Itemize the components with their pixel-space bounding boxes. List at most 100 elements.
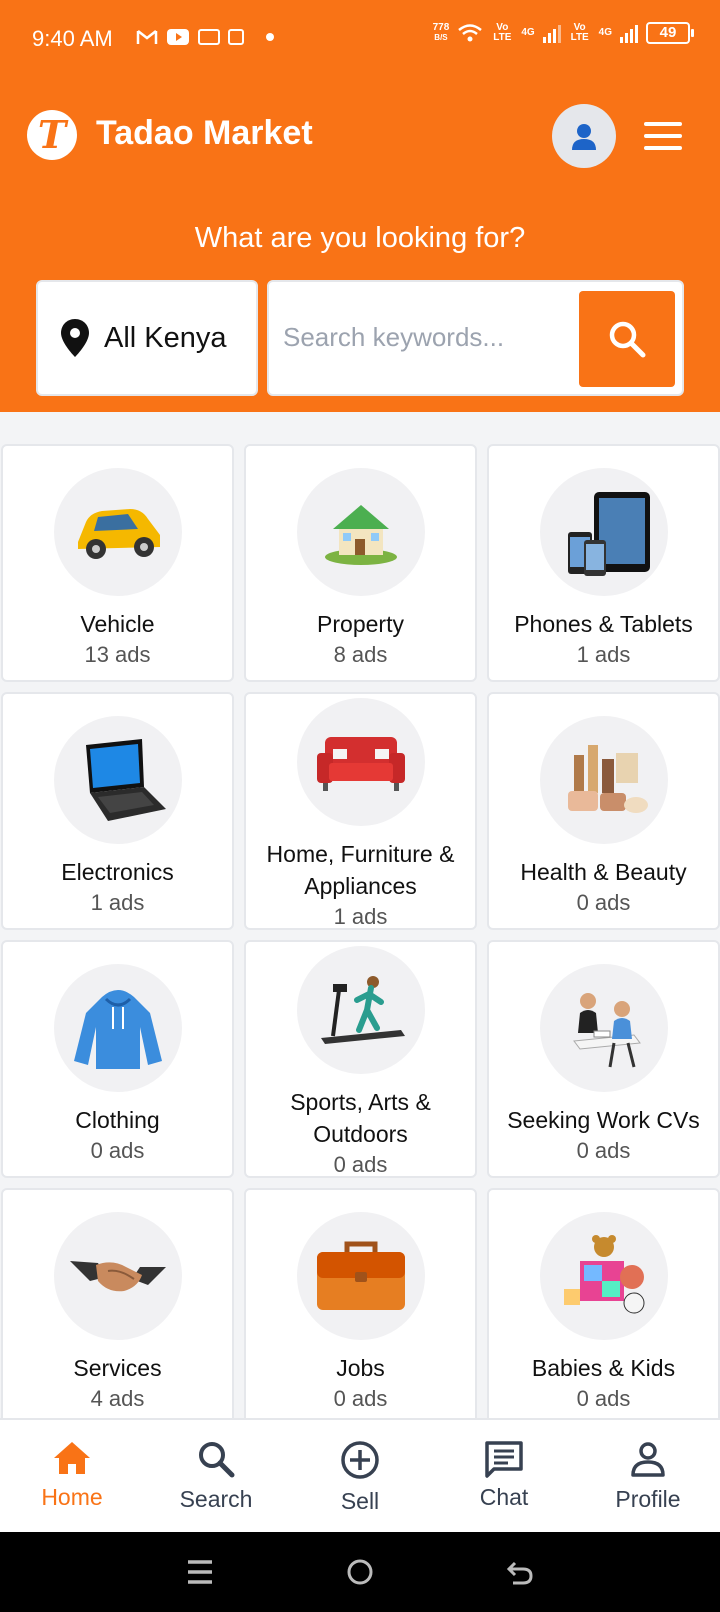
bottom-navigation: Home Search Sell Chat Profile xyxy=(0,1418,720,1532)
brand-title: Tadao Market xyxy=(96,114,313,152)
car-icon xyxy=(77,509,160,559)
category-card-clothing[interactable]: Clothing 0 ads xyxy=(1,940,234,1178)
home-icon xyxy=(54,1442,90,1474)
account-button[interactable] xyxy=(552,104,616,168)
gmail-icon xyxy=(136,30,158,44)
category-name: Property xyxy=(317,611,404,637)
nav-label: Search xyxy=(179,1486,253,1512)
search-icon xyxy=(609,321,646,358)
category-count: 0 ads xyxy=(90,1138,145,1163)
sim2-signal-icon xyxy=(620,23,638,43)
location-pin-icon xyxy=(61,319,89,357)
laptop-icon xyxy=(85,739,166,821)
sofa-icon xyxy=(316,737,405,791)
nav-sell[interactable]: Sell xyxy=(288,1420,432,1532)
search-input[interactable] xyxy=(283,312,553,362)
category-name: Sports, Arts & Outdoors xyxy=(290,1089,431,1147)
hoodie-icon xyxy=(73,990,162,1069)
category-name: Seeking Work CVs xyxy=(507,1107,700,1133)
category-card-seeking-work-cvs[interactable]: Seeking Work CVs 0 ads xyxy=(487,940,720,1178)
hamburger-menu-icon[interactable] xyxy=(644,122,682,150)
location-selector[interactable]: All Kenya xyxy=(36,280,258,396)
category-card-health-beauty[interactable]: Health & Beauty 0 ads xyxy=(487,692,720,930)
category-count: 0 ads xyxy=(576,890,631,915)
search-button[interactable] xyxy=(579,291,675,387)
category-name: Electronics xyxy=(61,859,174,885)
category-name: Jobs xyxy=(336,1355,385,1381)
category-count: 1 ads xyxy=(576,642,631,667)
category-count: 0 ads xyxy=(576,1138,631,1163)
sim2-network-type: 4G xyxy=(598,27,612,38)
treadmill-icon xyxy=(320,976,405,1044)
cosmetics-icon xyxy=(567,745,648,813)
category-name: Clothing xyxy=(75,1107,160,1133)
app-notification-icon xyxy=(228,29,244,45)
category-card-babies-kids[interactable]: Babies & Kids 0 ads xyxy=(487,1188,720,1426)
nav-chat[interactable]: Chat xyxy=(432,1420,576,1532)
category-name: Phones & Tablets xyxy=(514,611,693,637)
nav-search[interactable]: Search xyxy=(144,1420,288,1532)
interview-icon xyxy=(572,993,641,1068)
sim2-volte: Vo LTE xyxy=(570,22,589,43)
plus-circle-icon xyxy=(341,1441,379,1479)
category-count: 4 ads xyxy=(90,1386,145,1411)
nav-label: Chat xyxy=(479,1484,529,1510)
nav-home[interactable]: Home xyxy=(0,1420,144,1532)
location-label: All Kenya xyxy=(104,321,227,354)
radio-icon xyxy=(198,29,220,45)
more-notifications-icon xyxy=(266,33,274,41)
category-count: 0 ads xyxy=(333,1386,388,1411)
search-bar xyxy=(267,280,684,396)
sim1-volte: Vo LTE xyxy=(493,22,512,43)
category-card-phones-tablets[interactable]: Phones & Tablets 1 ads xyxy=(487,444,720,682)
category-count: 13 ads xyxy=(84,642,151,667)
system-navigation-bar xyxy=(0,1532,720,1612)
back-icon[interactable] xyxy=(505,1557,535,1587)
category-card-home-furniture-appliances[interactable]: Home, Furniture & Appliances 1 ads xyxy=(244,692,477,930)
category-name: Vehicle xyxy=(80,611,155,637)
handshake-icon xyxy=(69,1261,166,1292)
house-icon xyxy=(324,505,397,565)
recent-apps-icon[interactable] xyxy=(185,1558,215,1586)
search-icon xyxy=(199,1442,235,1478)
logo[interactable]: T xyxy=(27,110,77,160)
profile-icon xyxy=(631,1442,665,1477)
category-grid: Vehicle 13 ads Property 8 ads Phones & T… xyxy=(0,444,720,1426)
category-count: 0 ads xyxy=(576,1386,631,1411)
status-indicators: 778 B/S Vo LTE 4G Vo LTE 4G 49 xyxy=(432,22,694,44)
nav-label: Sell xyxy=(340,1488,380,1514)
net-speed: 778 B/S xyxy=(432,22,450,43)
nav-label: Profile xyxy=(615,1486,681,1512)
category-name: Babies & Kids xyxy=(531,1355,676,1381)
wifi-icon xyxy=(458,24,483,42)
user-icon xyxy=(572,124,596,150)
category-name: Home, Furniture & Appliances xyxy=(266,841,455,899)
nav-label: Home xyxy=(41,1484,103,1510)
youtube-icon xyxy=(167,29,189,45)
phone-tablet-icon xyxy=(567,492,650,576)
sim1-network-type: 4G xyxy=(521,27,535,38)
briefcase-icon xyxy=(316,1241,405,1310)
home-circle-icon[interactable] xyxy=(345,1557,375,1587)
chat-icon xyxy=(485,1441,523,1478)
category-card-electronics[interactable]: Electronics 1 ads xyxy=(1,692,234,930)
category-name: Health & Beauty xyxy=(520,859,687,885)
nav-profile[interactable]: Profile xyxy=(576,1420,720,1532)
category-card-jobs[interactable]: Jobs 0 ads xyxy=(244,1188,477,1426)
hero-tagline: What are you looking for? xyxy=(194,222,526,254)
category-card-property[interactable]: Property 8 ads xyxy=(244,444,477,682)
category-card-vehicle[interactable]: Vehicle 13 ads xyxy=(1,444,234,682)
category-count: 1 ads xyxy=(333,904,388,929)
app-header: T Tadao Market xyxy=(0,92,720,180)
category-count: 1 ads xyxy=(90,890,145,915)
sim1-signal-icon xyxy=(542,23,561,43)
category-name: Services xyxy=(73,1355,162,1381)
notification-icons xyxy=(136,28,274,46)
battery-icon: 49 xyxy=(646,22,694,44)
category-count: 0 ads xyxy=(333,1152,388,1177)
category-card-services[interactable]: Services 4 ads xyxy=(1,1188,234,1426)
category-count: 8 ads xyxy=(333,642,388,667)
status-bar: 9:40 AM 778 B/S Vo LTE 4G Vo LTE 4G 49 xyxy=(0,0,720,80)
toys-icon xyxy=(563,1235,644,1314)
category-card-sports-arts-outdoors[interactable]: Sports, Arts & Outdoors 0 ads xyxy=(244,940,477,1178)
